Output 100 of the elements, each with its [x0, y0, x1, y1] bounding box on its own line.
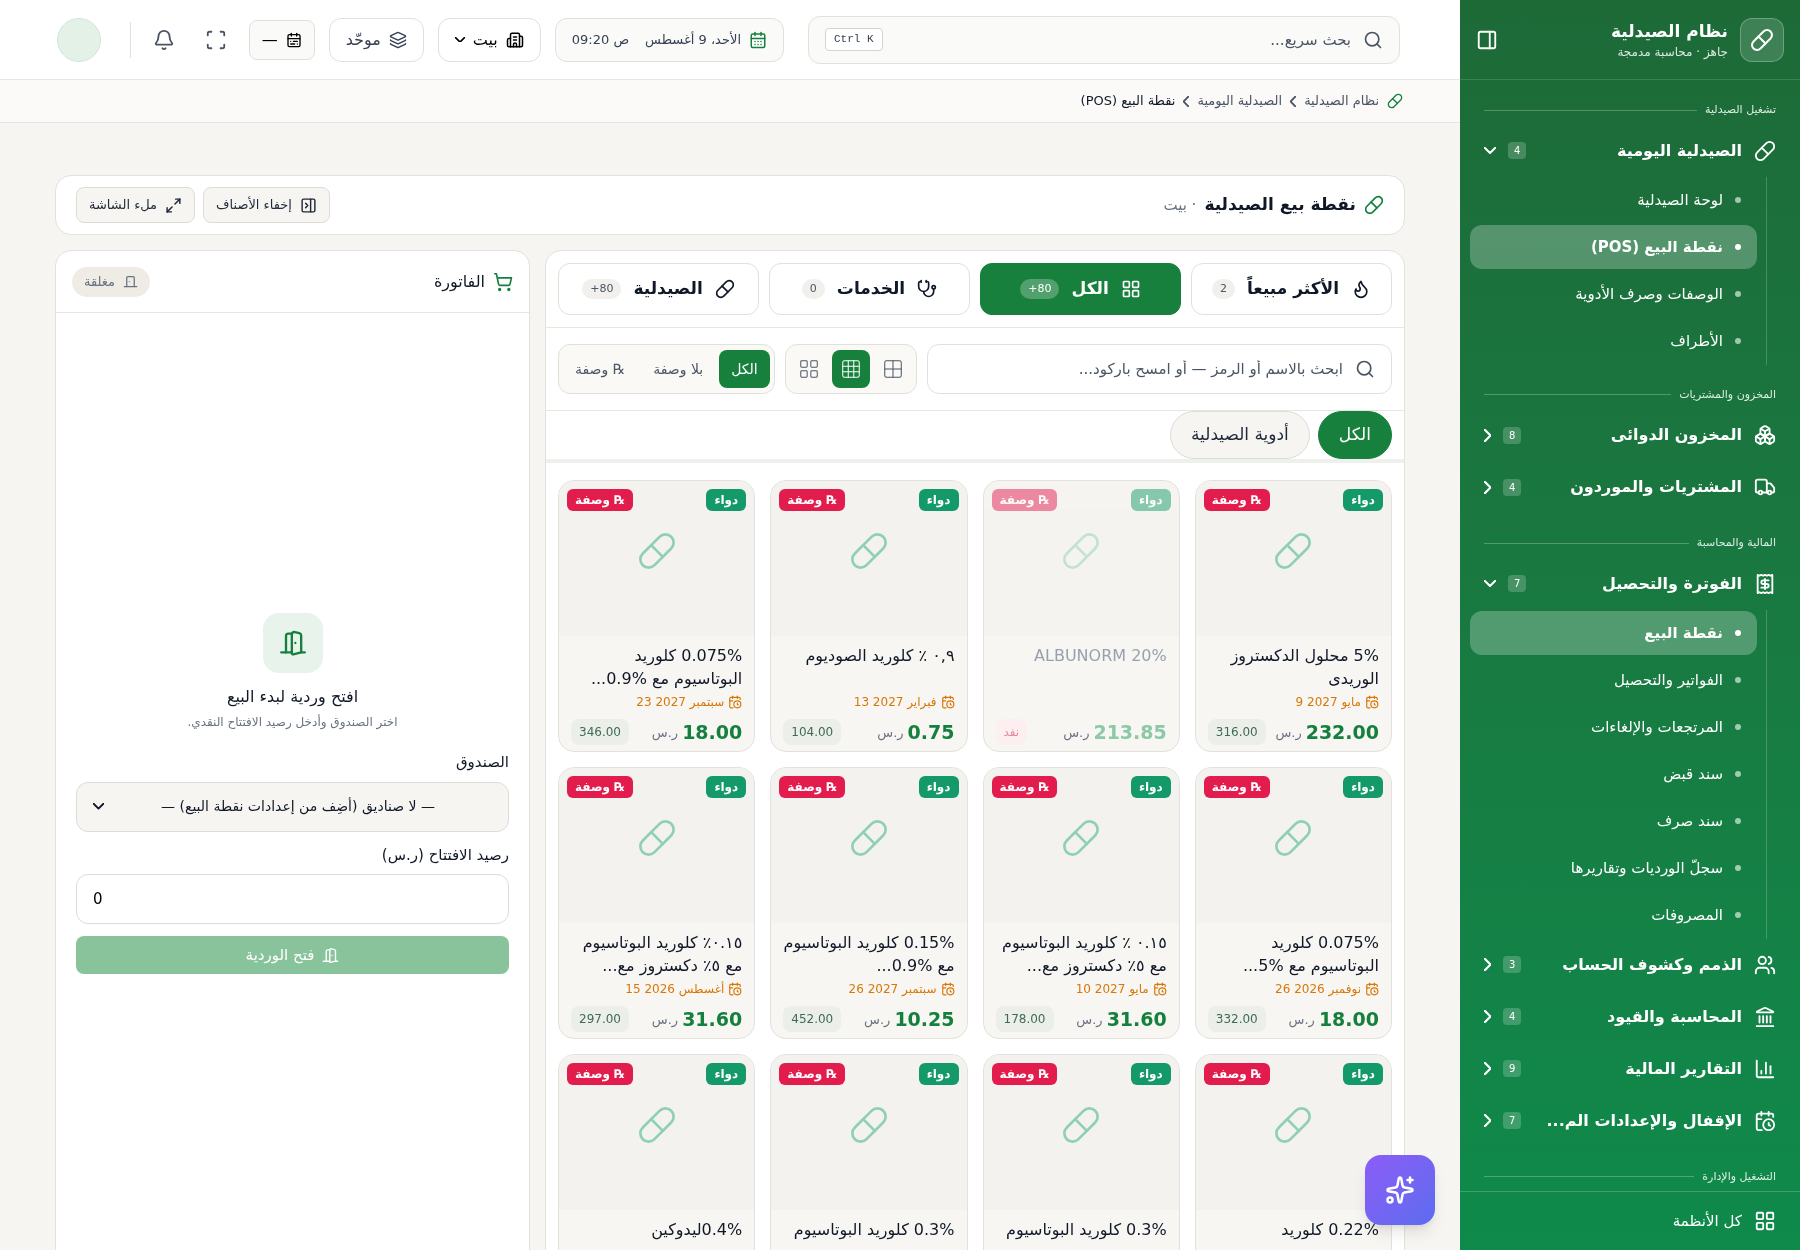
- stock-badge: 104.00: [783, 719, 842, 746]
- sidebar-subitem[interactable]: الأطراف: [1470, 319, 1757, 363]
- ai-assistant-button[interactable]: [1365, 1155, 1435, 1225]
- expiry-icon: [1365, 982, 1379, 996]
- breadcrumb-item: نقطة البيع (POS): [1080, 92, 1176, 111]
- cart-icon: [493, 271, 513, 292]
- section-title: المالية والمحاسبة: [1696, 535, 1776, 551]
- sidebar-subitem[interactable]: سجلّ الورديات وتقاريرها: [1470, 846, 1757, 890]
- product-price: 31.60: [682, 1007, 743, 1032]
- type-badge: دواء: [918, 776, 959, 798]
- prescription-filter[interactable]: ℞ وصفة: [563, 350, 638, 388]
- stock-badge: 178.00: [995, 1006, 1054, 1033]
- expiry-date: أغسطس 2026 15: [625, 980, 725, 998]
- currency-label: ر.س: [651, 1010, 679, 1029]
- sidebar-subitem[interactable]: المرتجعات والإلغاءات: [1470, 705, 1757, 749]
- product-card[interactable]: دواء ℞ وصفة 0.4%ليدوكين: [558, 1054, 756, 1250]
- hide-categories-button[interactable]: إخفاء الأصناف: [203, 187, 330, 223]
- fullscreen-button[interactable]: ملء الشاشة: [76, 187, 196, 223]
- expiry-date: نوفمبر 2026 26: [1275, 981, 1361, 998]
- bullet-icon: [1735, 771, 1741, 777]
- time-text: ص 09:20: [571, 30, 630, 50]
- expiry-icon: [728, 982, 743, 996]
- box-select[interactable]: — لا صناديق (أضِف من إعدادات نقطة البيع) —: [76, 781, 509, 832]
- app-title: نظام الصيدلية: [1610, 19, 1728, 43]
- sidebar-item-icon: [1754, 572, 1776, 595]
- section-title: التشغيل والإدارة: [1702, 1168, 1776, 1185]
- currency-label: ر.س: [651, 723, 679, 742]
- fullscreen-icon[interactable]: [204, 28, 227, 51]
- category-chip[interactable]: أدوية الصيدلية: [1169, 411, 1310, 459]
- collapse-sidebar-button[interactable]: [1476, 28, 1498, 51]
- sidebar-item-icon: [1754, 1005, 1776, 1028]
- sidebar-subitem[interactable]: سند صرف: [1470, 799, 1757, 843]
- breadcrumb-item[interactable]: الصيدلية اليومية: [1197, 91, 1283, 111]
- sidebar-subitem[interactable]: سند قبض: [1470, 752, 1757, 796]
- prescription-badge: ℞ وصفة: [991, 776, 1058, 798]
- branch-dropdown[interactable]: بيت: [437, 17, 541, 62]
- prescription-badge: ℞ وصفة: [567, 1063, 633, 1085]
- count-badge: 9: [1503, 1060, 1522, 1077]
- expiry-date: مايو 2027 9: [1295, 694, 1361, 711]
- sidebar-subitem[interactable]: الفواتير والتحصيل: [1470, 658, 1757, 702]
- section-title: تشغيل الصيدلية: [1705, 102, 1776, 118]
- table-icon[interactable]: [831, 350, 870, 388]
- search-field[interactable]: بحث سريع...: [894, 16, 1351, 63]
- product-name: ٠.١٥ ٪ كلوريد البوتاسيوم مع ٥٪ دكستروز مع...: [1001, 932, 1167, 977]
- shortcut-key: Ctrl K: [825, 28, 883, 51]
- chevron-icon: [1290, 95, 1297, 107]
- bullet-icon: [1735, 912, 1741, 918]
- search-icon: [1355, 359, 1375, 379]
- count-badge: 7: [1508, 575, 1527, 592]
- prescription-badge: ℞ وصفة: [779, 776, 846, 798]
- stock-badge: 452.00: [783, 1006, 842, 1033]
- all-systems-link[interactable]: كل الأنظمة: [1460, 1191, 1800, 1250]
- count-badge: +80: [1020, 278, 1060, 300]
- sidebar-subitem[interactable]: الوصفات وصرف الأدوية: [1470, 272, 1757, 316]
- expiry-icon: [1152, 982, 1167, 996]
- bullet-icon: [1735, 338, 1741, 344]
- breadcrumb-item[interactable]: نظام الصيدلية: [1304, 91, 1379, 111]
- pill-icon: [1061, 818, 1102, 858]
- prescription-filter[interactable]: بلا وصفة: [641, 350, 716, 388]
- box-label: الصندوق: [454, 752, 509, 773]
- product-name: ٠,٩ ٪ كلوريد الصوديوم: [804, 645, 955, 668]
- count-badge: 4: [1503, 1008, 1522, 1025]
- opening-balance-field[interactable]: 0: [76, 874, 509, 924]
- product-card[interactable]: دواء ℞ وصفة 0.22% كلوريد: [1194, 1054, 1392, 1250]
- product-name: 5% محلول الدكستروز الوريدى: [1229, 645, 1379, 690]
- date-pill[interactable]: الأحد، 9 أغسطس ص 09:20: [554, 17, 784, 62]
- sidebar-subitem[interactable]: نقطة البيع (POS): [1470, 225, 1757, 269]
- product-name: 0.075% كلوريد البوتاسيوم مع %5...: [1241, 932, 1379, 977]
- sidebar-item-icon: [1754, 953, 1776, 976]
- door-icon: [123, 274, 139, 289]
- type-badge: دواء: [918, 1063, 959, 1085]
- period-button[interactable]: —: [248, 19, 315, 60]
- product-card[interactable]: دواء ℞ وصفة 0.3% كلوريد البوتاسيوم: [982, 1054, 1180, 1250]
- prescription-badge: ℞ وصفة: [779, 1063, 846, 1085]
- prescription-badge: ℞ وصفة: [779, 489, 846, 511]
- product-name: 0.4%ليدوكين: [650, 1219, 743, 1242]
- prescription-filter[interactable]: الكل: [719, 350, 770, 388]
- type-badge: دواء: [706, 489, 747, 511]
- sidebar-subitem[interactable]: المصروفات: [1470, 893, 1757, 937]
- pill-icon: [1061, 531, 1102, 571]
- mode-button[interactable]: موحّد: [328, 17, 424, 62]
- currency-label: ر.س: [877, 723, 904, 742]
- layers-icon: [388, 30, 407, 49]
- product-name: 0.22% كلوريد: [1280, 1219, 1379, 1242]
- prescription-badge: ℞ وصفة: [567, 776, 633, 798]
- pill-icon: [1273, 1105, 1314, 1145]
- product-card[interactable]: دواء ℞ وصفة 0.3% كلوريد البوتاسيوم: [770, 1054, 968, 1250]
- stock-badge: نفد: [995, 719, 1028, 746]
- expiry-icon: [940, 695, 955, 709]
- notifications-icon[interactable]: [152, 28, 175, 51]
- chevron-icon: [1183, 95, 1190, 107]
- prescription-badge: ℞ وصفة: [991, 489, 1058, 511]
- type-badge: دواء: [918, 489, 959, 511]
- category-chip[interactable]: الكل: [1317, 411, 1392, 459]
- grid-icon: [1120, 279, 1141, 299]
- expiry-date: سبتمبر 2027 23: [636, 694, 725, 711]
- sidebar-subitem[interactable]: لوحة الصيدلية: [1470, 178, 1757, 222]
- product-name: 0.3% كلوريد البوتاسيوم: [792, 1219, 955, 1242]
- product-name: 0.3% كلوريد البوتاسيوم: [1005, 1219, 1167, 1242]
- pill-icon: [848, 531, 889, 571]
